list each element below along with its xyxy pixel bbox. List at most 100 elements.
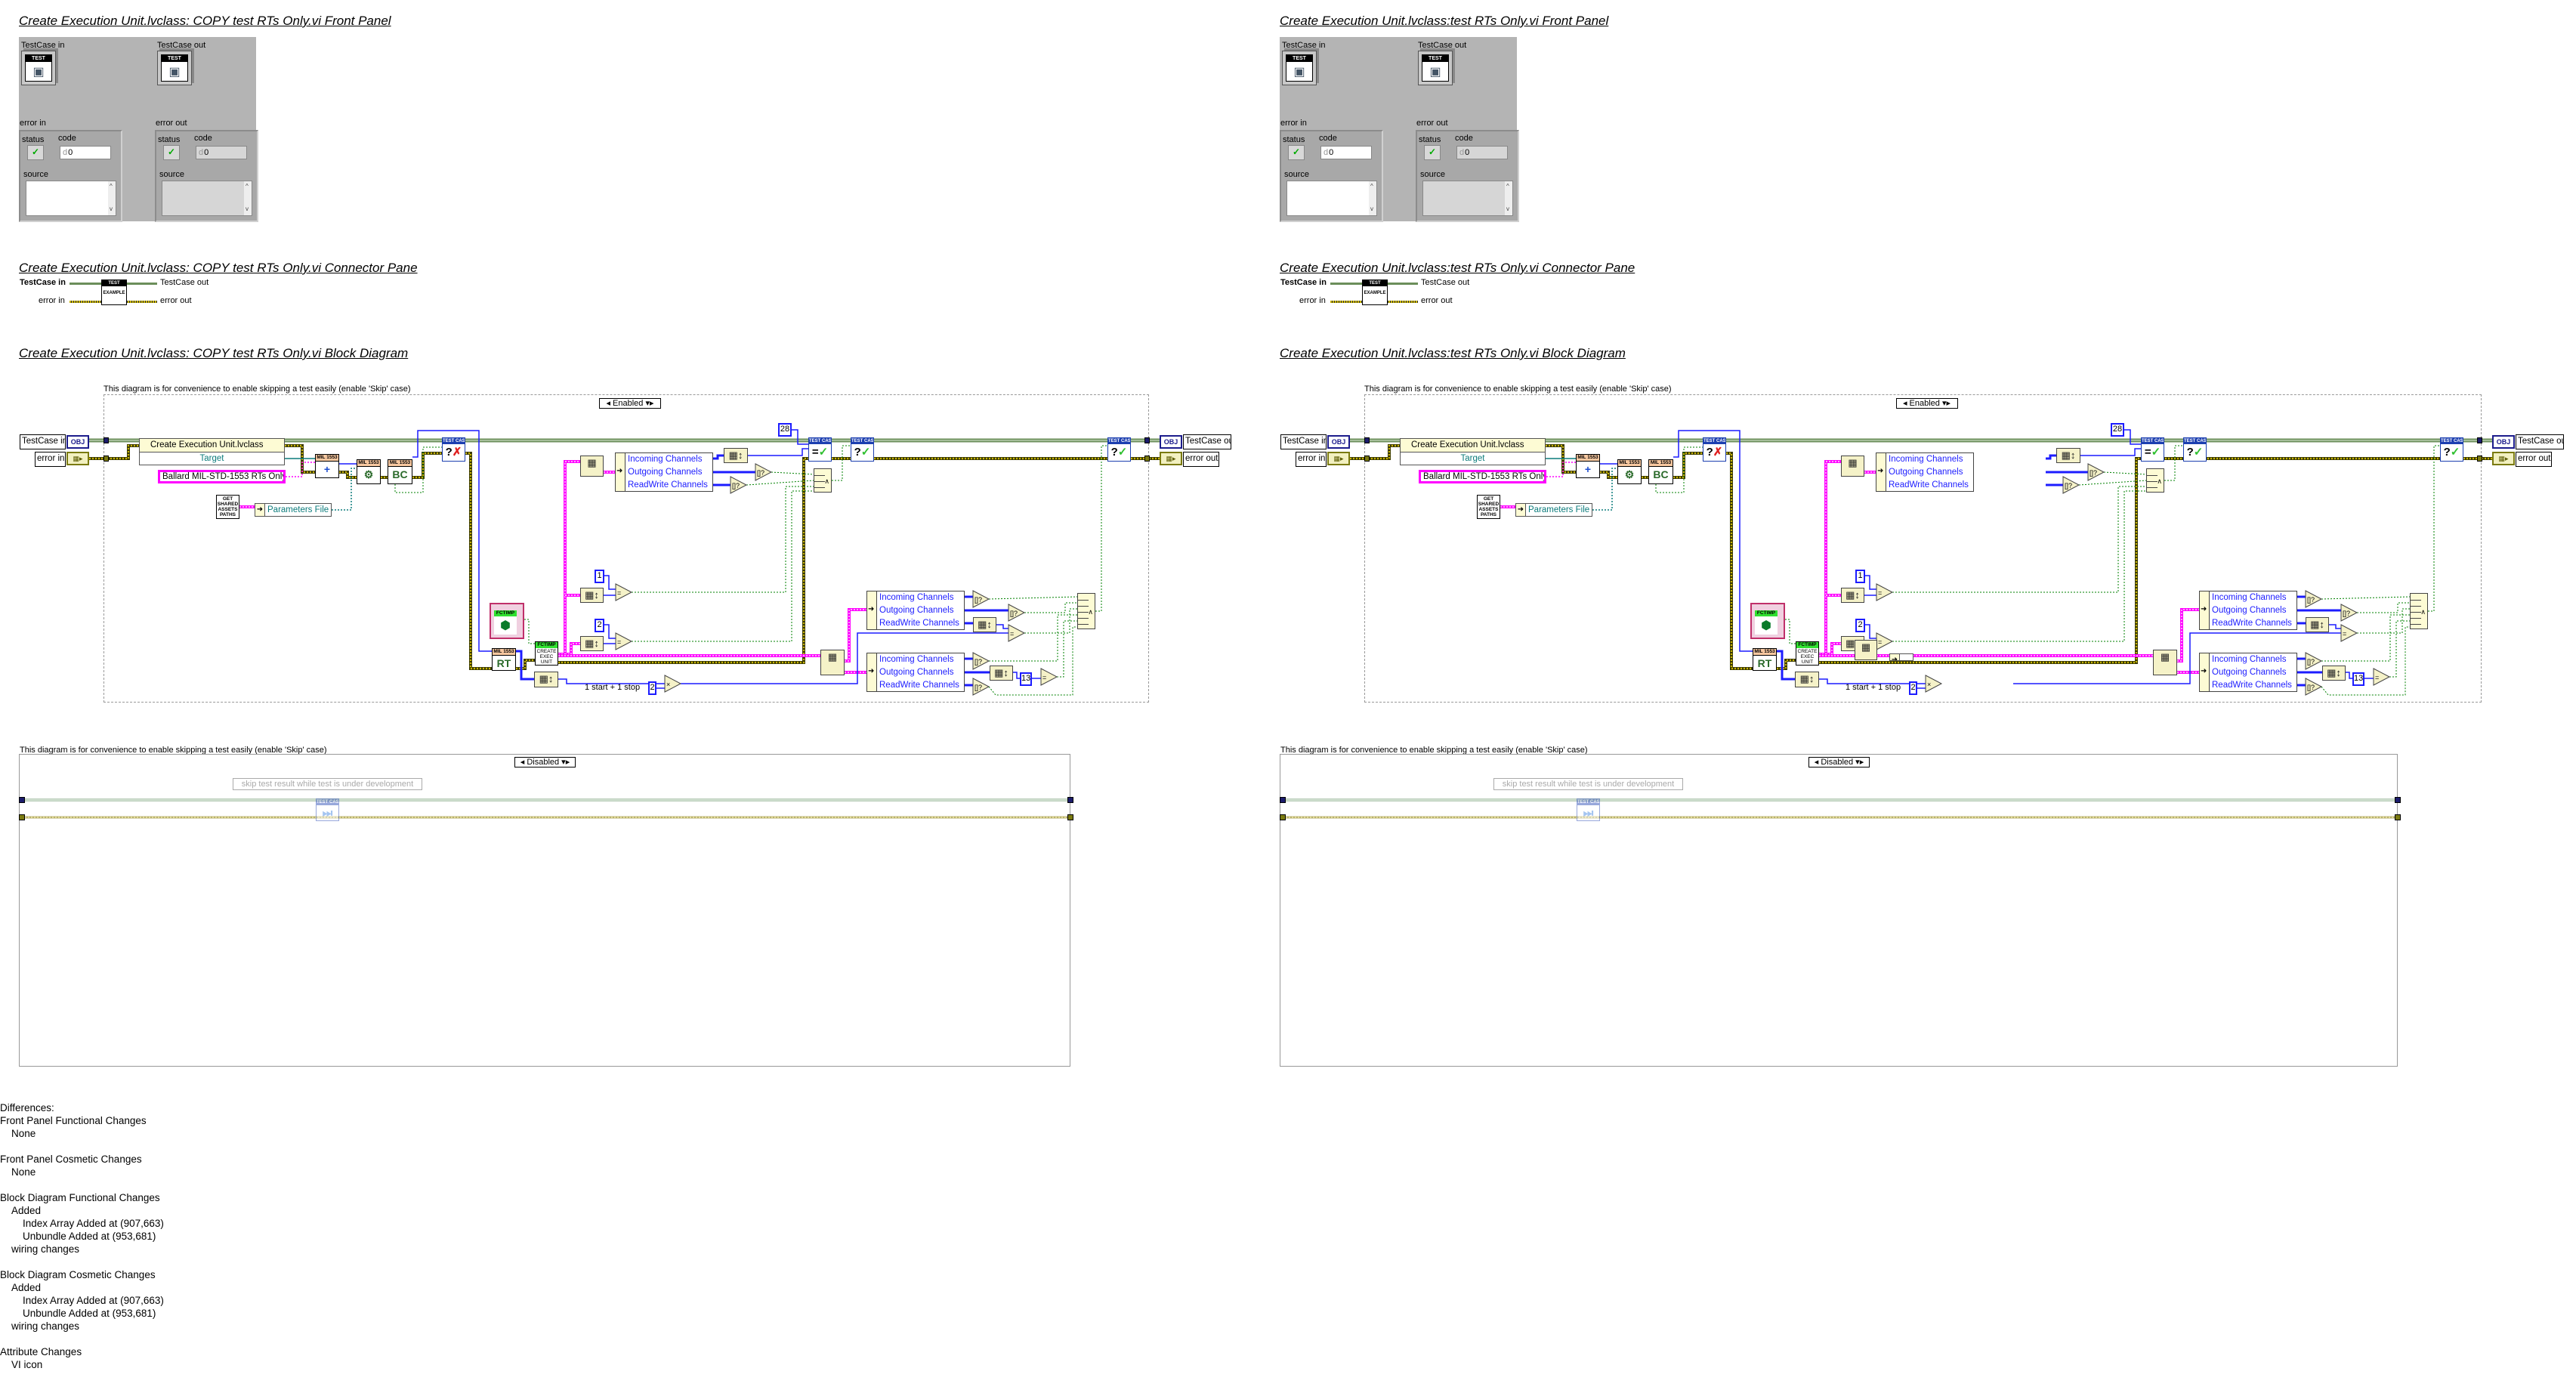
target-property[interactable]: Target bbox=[140, 452, 284, 465]
parameters-file-unbundle[interactable]: ➜ Parameters File bbox=[1515, 503, 1592, 517]
readwrite-channels-element[interactable]: ReadWrite Channels bbox=[876, 617, 964, 629]
create-exec-unit-subvi[interactable]: FCTIMP CREATE EXEC UNIT bbox=[1796, 641, 1819, 666]
array-size-node[interactable]: ▦↕ bbox=[973, 617, 996, 632]
constant-2[interactable]: 2 bbox=[595, 619, 604, 632]
testcase-in-terminal[interactable]: OBJ bbox=[1327, 435, 1350, 449]
constant-1[interactable]: 1 bbox=[1855, 570, 1865, 583]
constant-28[interactable]: 28 bbox=[778, 423, 792, 437]
testcase-equal-check-node[interactable]: TEST CASE=✓ bbox=[2141, 437, 2164, 462]
error-out-terminal[interactable]: ▦▸ bbox=[2492, 452, 2515, 465]
readwrite-channels-element[interactable]: ReadWrite Channels bbox=[625, 479, 712, 491]
class-tunnel-out[interactable] bbox=[1144, 437, 1150, 443]
testcase-skip-fail-node[interactable]: TEST CASE?✗ bbox=[1703, 437, 1726, 462]
index-array-node[interactable]: ▦ bbox=[820, 650, 845, 675]
index-array-node[interactable]: ▦ bbox=[1841, 456, 1864, 477]
array-size-node[interactable]: ▦↕ bbox=[534, 672, 558, 687]
get-shared-assets-paths-subvi[interactable]: GET SHARED ASSETS PATHS bbox=[216, 495, 239, 519]
constant-13[interactable]: 13 bbox=[2352, 672, 2364, 686]
testcase-skip-node[interactable]: TEST CASE ⏭ bbox=[1577, 798, 1600, 821]
ballard-string-constant[interactable]: Ballard MIL-STD-1553 RTs Only bbox=[158, 470, 286, 483]
index-array-node[interactable]: ▦ bbox=[2153, 650, 2177, 675]
incoming-channels-element[interactable]: Incoming Channels bbox=[625, 453, 712, 467]
outgoing-channels-element[interactable]: Outgoing Channels bbox=[2209, 604, 2296, 618]
array-size-node[interactable]: ▦↕ bbox=[580, 588, 604, 603]
array-size-node[interactable]: ▦↕ bbox=[1841, 588, 1864, 603]
compound-and-bottom[interactable]: ∧ bbox=[2410, 593, 2428, 629]
constant-2[interactable]: 2 bbox=[648, 681, 656, 695]
fctimp-class-constant[interactable]: FCTIMP ⬢ bbox=[490, 603, 524, 639]
parameters-file-unbundle[interactable]: ➜ Parameters File bbox=[255, 503, 332, 517]
incoming-channels-element[interactable]: Incoming Channels bbox=[876, 591, 964, 605]
mil1553-query-bc-subvi[interactable]: MIL 1553 BC bbox=[1648, 459, 1673, 484]
case-selector-disabled[interactable]: ◂ Disabled ▾▸ bbox=[514, 757, 576, 767]
outgoing-channels-element[interactable]: Outgoing Channels bbox=[1886, 466, 1973, 480]
class-tunnel-in[interactable] bbox=[1364, 437, 1370, 443]
unbundle-by-name-top[interactable]: ➜ Incoming Channels Outgoing Channels ReadW… bbox=[1876, 452, 1974, 492]
testcase-skip-node[interactable]: TEST CASE ⏭ bbox=[316, 798, 339, 821]
unbundle-by-name-top[interactable]: ➜ Incoming Channels Outgoing Channels ReadW… bbox=[615, 452, 713, 492]
testcase-in-terminal[interactable]: OBJ bbox=[66, 435, 89, 449]
error-in-terminal[interactable]: ▦▸ bbox=[1327, 452, 1350, 465]
outgoing-channels-element[interactable]: Outgoing Channels bbox=[625, 466, 712, 480]
testcase-check-node[interactable]: TEST CASE?✓ bbox=[2183, 437, 2207, 462]
compound-and-bottom[interactable]: ∧ bbox=[1077, 593, 1095, 629]
array-size-node[interactable]: ▦↕ bbox=[2306, 617, 2329, 632]
outgoing-channels-element[interactable]: Outgoing Channels bbox=[2209, 666, 2296, 680]
case-selector-enabled[interactable]: ◂ Enabled ▾▸ bbox=[1895, 398, 1958, 409]
constant-13[interactable]: 13 bbox=[1020, 672, 1032, 686]
testcase-final-check-node[interactable]: TEST CASE?✓ bbox=[2440, 437, 2463, 462]
ballard-string-constant[interactable]: Ballard MIL-STD-1553 RTs Only bbox=[1419, 470, 1546, 483]
array-size-node[interactable]: ▦↕ bbox=[580, 636, 604, 651]
class-tunnel-in[interactable] bbox=[103, 437, 109, 443]
constant-2[interactable]: 2 bbox=[1855, 619, 1865, 632]
added-unbundle-node[interactable]: ➜ bbox=[1889, 653, 1913, 661]
error-out-terminal[interactable]: ▦▸ bbox=[1160, 452, 1182, 465]
testcase-final-check-node[interactable]: TEST CASE?✓ bbox=[1107, 437, 1131, 462]
error-tunnel-out[interactable] bbox=[2477, 456, 2482, 462]
constant-1[interactable]: 1 bbox=[595, 570, 604, 583]
outgoing-channels-element[interactable]: Outgoing Channels bbox=[876, 604, 964, 618]
mil1553-query-bc-subvi[interactable]: MIL 1553 BC bbox=[388, 459, 412, 484]
array-size-node[interactable]: ▦↕ bbox=[724, 448, 748, 463]
array-size-node[interactable]: ▦↕ bbox=[2322, 666, 2346, 681]
incoming-channels-element[interactable]: Incoming Channels bbox=[876, 653, 964, 667]
readwrite-channels-element[interactable]: ReadWrite Channels bbox=[2209, 679, 2296, 691]
create-execution-unit-class-node[interactable]: Create Execution Unit.lvclass Target bbox=[139, 438, 285, 465]
incoming-channels-element[interactable]: Incoming Channels bbox=[1886, 453, 1973, 467]
outgoing-channels-element[interactable]: Outgoing Channels bbox=[876, 666, 964, 680]
testcase-skip-fail-node[interactable]: TEST CASE?✗ bbox=[442, 437, 465, 462]
unbundle-by-name-lower-1[interactable]: ➜ Incoming Channels Outgoing Channels ReadW… bbox=[866, 591, 965, 630]
readwrite-channels-element[interactable]: ReadWrite Channels bbox=[2209, 617, 2296, 629]
unbundle-by-name-lower-2[interactable]: ➜ Incoming Channels Outgoing Channels ReadW… bbox=[866, 653, 965, 692]
constant-2[interactable]: 2 bbox=[1909, 681, 1917, 695]
class-tunnel-out[interactable] bbox=[2477, 437, 2482, 443]
readwrite-channels-element[interactable]: ReadWrite Channels bbox=[1886, 479, 1973, 491]
create-exec-unit-subvi[interactable]: FCTIMP CREATE EXEC UNIT bbox=[535, 641, 558, 666]
compound-and-top[interactable]: ∧ bbox=[814, 468, 832, 493]
mil1553-add-subvi[interactable]: MIL 1553 + bbox=[1576, 454, 1600, 478]
error-tunnel-out[interactable] bbox=[1144, 456, 1150, 462]
error-tunnel-in[interactable] bbox=[103, 456, 109, 462]
constant-28[interactable]: 28 bbox=[2111, 423, 2124, 437]
array-size-node[interactable]: ▦↕ bbox=[1795, 672, 1819, 687]
error-in-terminal[interactable]: ▦▸ bbox=[66, 452, 89, 465]
added-index-array-node[interactable]: ▦ bbox=[1855, 640, 1877, 660]
array-size-node[interactable]: ▦↕ bbox=[990, 666, 1013, 681]
readwrite-channels-element[interactable]: ReadWrite Channels bbox=[876, 679, 964, 691]
mil1553-add-subvi[interactable]: MIL 1553 + bbox=[315, 454, 339, 478]
mil1553-config-subvi[interactable]: MIL 1553 ⚙ bbox=[357, 459, 381, 484]
error-tunnel-in[interactable] bbox=[1364, 456, 1370, 462]
unbundle-by-name-lower-2[interactable]: ➜ Incoming Channels Outgoing Channels ReadW… bbox=[2199, 653, 2297, 692]
array-size-node[interactable]: ▦↕ bbox=[2056, 448, 2080, 463]
testcase-out-terminal[interactable]: OBJ bbox=[2492, 435, 2515, 449]
testcase-out-terminal[interactable]: OBJ bbox=[1160, 435, 1182, 449]
mil1553-config-subvi[interactable]: MIL 1553 ⚙ bbox=[1617, 459, 1642, 484]
incoming-channels-element[interactable]: Incoming Channels bbox=[2209, 653, 2296, 667]
mil1553-query-rt-subvi[interactable]: MIL 1553 RT bbox=[492, 648, 516, 671]
get-shared-assets-paths-subvi[interactable]: GET SHARED ASSETS PATHS bbox=[1477, 495, 1500, 519]
incoming-channels-element[interactable]: Incoming Channels bbox=[2209, 591, 2296, 605]
index-array-node[interactable]: ▦ bbox=[580, 456, 604, 477]
testcase-check-node[interactable]: TEST CASE?✓ bbox=[851, 437, 874, 462]
mil1553-query-rt-subvi[interactable]: MIL 1553 RT bbox=[1753, 648, 1777, 671]
case-selector-disabled[interactable]: ◂ Disabled ▾▸ bbox=[1808, 757, 1870, 767]
